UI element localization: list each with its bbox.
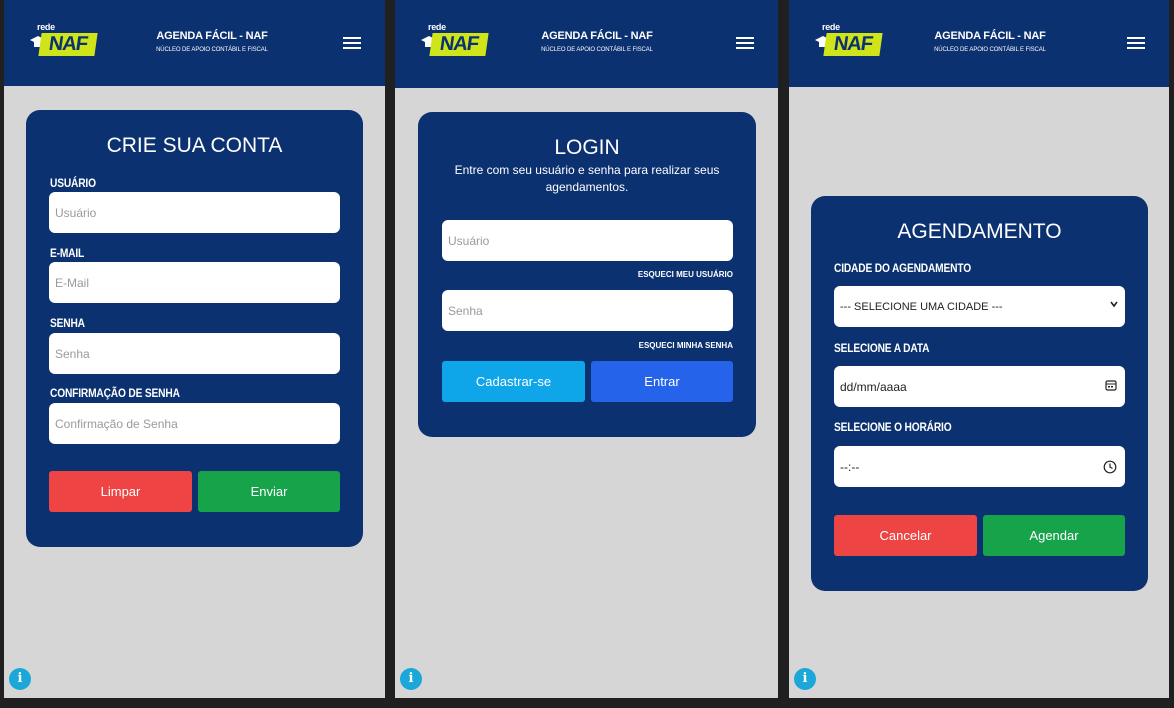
info-icon[interactable]: i [9, 668, 31, 690]
app-subtitle: NÚCLEO DE APOIO CONTÁBIL E FISCAL [541, 47, 653, 53]
password-input[interactable]: Senha [442, 290, 733, 331]
username-label: USUÁRIO [50, 176, 96, 190]
logo-rede-text: rede [37, 22, 55, 32]
schedule-title: AGENDAMENTO [897, 220, 1062, 243]
chevron-down-icon [1110, 301, 1118, 308]
logo-naf-text: NAF [823, 33, 883, 56]
username-input[interactable]: Usuário [442, 220, 733, 261]
login-subtitle: Entre com seu usuário e senha para reali… [454, 163, 720, 194]
login-screen: rede NAF AGENDA FÁCIL - NAF NÚCLEO DE AP… [395, 0, 778, 698]
app-title: AGENDA FÁCIL - NAF [934, 30, 1046, 42]
email-label: E-MAIL [50, 246, 85, 260]
top-bar: rede NAF AGENDA FÁCIL - NAF NÚCLEO DE AP… [789, 0, 1169, 87]
login-button[interactable]: Entrar [591, 361, 733, 402]
logo-rede-text: rede [428, 22, 446, 32]
clear-button[interactable]: Limpar [49, 471, 192, 512]
password-input[interactable]: Senha [49, 333, 340, 374]
info-icon[interactable]: i [794, 668, 816, 690]
logo-naf-text: NAF [429, 33, 489, 56]
logo-rede-text: rede [822, 22, 840, 32]
info-icon[interactable]: i [400, 668, 422, 690]
submit-button[interactable]: Enviar [198, 471, 340, 512]
app-subtitle: NÚCLEO DE APOIO CONTÁBIL E FISCAL [156, 47, 268, 53]
time-label: SELECIONE O HORÁRIO [834, 420, 952, 434]
register-screen: rede NAF AGENDA FÁCIL - NAF NÚCLEO DE AP… [4, 0, 385, 698]
app-title: AGENDA FÁCIL - NAF [156, 30, 268, 42]
register-button[interactable]: Cadastrar-se [442, 361, 585, 402]
date-input-value: dd/mm/aaaa [840, 379, 907, 394]
app-subtitle: NÚCLEO DE APOIO CONTÁBIL E FISCAL [934, 47, 1046, 53]
register-title: CRIE SUA CONTA [106, 134, 283, 157]
register-card: CRIE SUA CONTA USUÁRIO Usuário E-MAIL E-… [26, 110, 363, 547]
schedule-button[interactable]: Agendar [983, 515, 1125, 556]
username-input[interactable]: Usuário [49, 192, 340, 233]
city-select[interactable]: --- SELECIONE UMA CIDADE --- [834, 286, 1125, 327]
calendar-icon[interactable] [1105, 379, 1117, 391]
date-label: SELECIONE A DATA [834, 341, 930, 355]
city-select-value: --- SELECIONE UMA CIDADE --- [840, 300, 1003, 313]
password-label: SENHA [50, 316, 85, 330]
hamburger-icon[interactable] [343, 37, 361, 49]
header-titles: AGENDA FÁCIL - NAF NÚCLEO DE APOIO CONTÁ… [122, 30, 302, 53]
password-confirm-input[interactable]: Confirmação de Senha [49, 403, 340, 444]
app-title: AGENDA FÁCIL - NAF [541, 30, 653, 42]
hamburger-icon[interactable] [1127, 37, 1145, 49]
naf-logo[interactable]: rede NAF [815, 22, 885, 60]
time-input[interactable]: --:-- [834, 446, 1125, 487]
header-titles: AGENDA FÁCIL - NAF NÚCLEO DE APOIO CONTÁ… [900, 30, 1080, 53]
time-input-value: --:-- [840, 459, 860, 474]
schedule-card: AGENDAMENTO CIDADE DO AGENDAMENTO --- SE… [811, 196, 1148, 591]
schedule-screen: rede NAF AGENDA FÁCIL - NAF NÚCLEO DE AP… [789, 0, 1169, 698]
email-input[interactable]: E-Mail [49, 262, 340, 303]
forgot-password-link[interactable]: ESQUECI MINHA SENHA [639, 341, 733, 350]
naf-logo[interactable]: rede NAF [30, 22, 100, 60]
top-bar: rede NAF AGENDA FÁCIL - NAF NÚCLEO DE AP… [395, 0, 778, 88]
forgot-username-link[interactable]: ESQUECI MEU USUÁRIO [638, 270, 733, 279]
hamburger-icon[interactable] [736, 37, 754, 49]
clock-icon[interactable] [1103, 460, 1117, 474]
date-input[interactable]: dd/mm/aaaa [834, 366, 1125, 407]
password-confirm-label: CONFIRMAÇÃO DE SENHA [50, 386, 180, 400]
naf-logo[interactable]: rede NAF [421, 22, 491, 60]
header-titles: AGENDA FÁCIL - NAF NÚCLEO DE APOIO CONTÁ… [507, 30, 687, 53]
top-bar: rede NAF AGENDA FÁCIL - NAF NÚCLEO DE AP… [4, 0, 385, 86]
login-title: LOGIN [554, 136, 620, 159]
logo-naf-text: NAF [38, 33, 98, 56]
cancel-button[interactable]: Cancelar [834, 515, 977, 556]
city-label: CIDADE DO AGENDAMENTO [834, 261, 971, 275]
login-card: LOGIN Entre com seu usuário e senha para… [418, 112, 756, 437]
